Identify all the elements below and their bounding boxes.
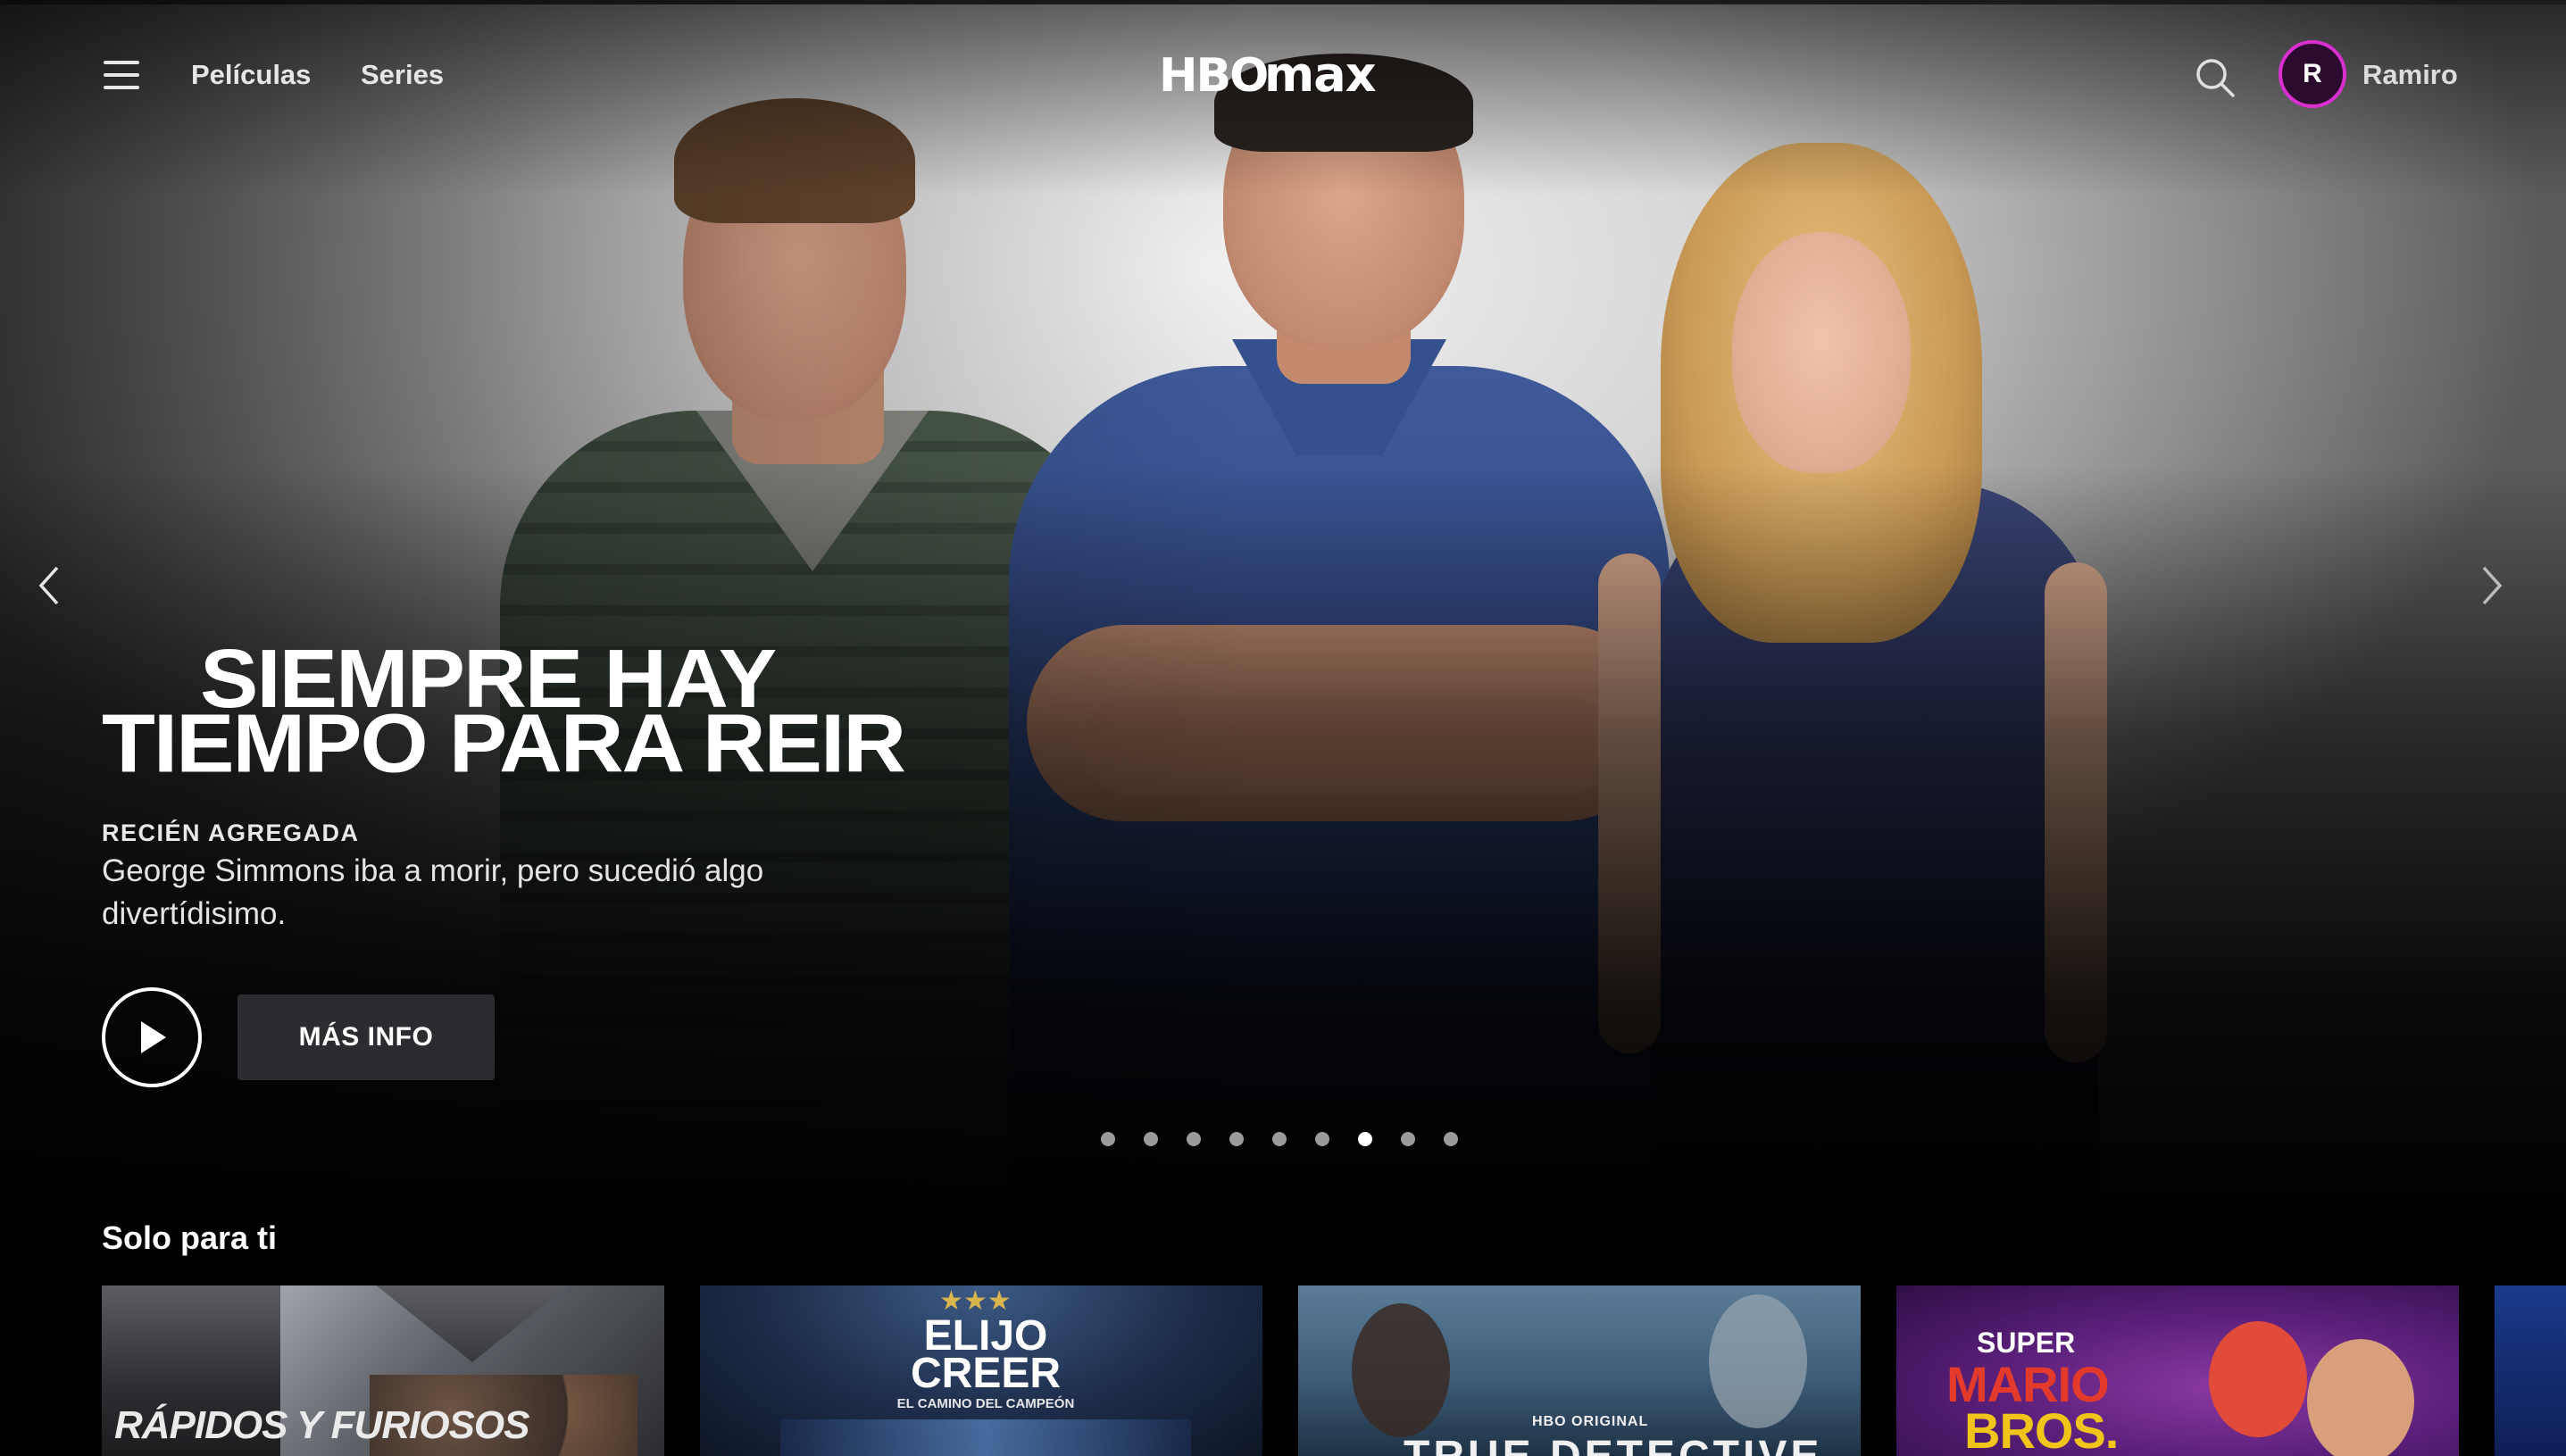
carousel-dot[interactable] [1444, 1132, 1458, 1146]
carousel-dots [1101, 1132, 1458, 1146]
carousel-dot[interactable] [1144, 1132, 1158, 1146]
hbomax-logo-mark: HBO max [1159, 46, 1378, 103]
hero-gradient-bottom [0, 464, 2566, 1232]
logo-max: max [1264, 48, 1377, 102]
card-character-mario [2307, 1339, 2414, 1456]
more-info-button[interactable]: MÁS INFO [237, 994, 495, 1080]
card-players-graphic [780, 1419, 1191, 1456]
carousel-dot[interactable] [1272, 1132, 1287, 1146]
card-rapidos-y-furiosos[interactable]: RÁPIDOS Y FURIOSOS [102, 1285, 664, 1456]
recently-added-badge: RECIÉN AGREGADA [102, 820, 360, 846]
hero-title-line2: TIEMPO PARA REIR [102, 695, 906, 790]
carousel-dot[interactable] [1315, 1132, 1329, 1146]
carousel-prev-arrow[interactable] [32, 562, 68, 609]
carousel-dot[interactable] [1101, 1132, 1115, 1146]
card-partial[interactable] [2495, 1285, 2566, 1456]
hero-banner[interactable]: SIEMPRE HAY TIEMPO PARA REIR RECIÉN AGRE… [0, 0, 2566, 1232]
carousel-dot-active[interactable] [1358, 1132, 1372, 1146]
hamburger-menu-icon[interactable] [104, 61, 139, 91]
hero-description: George Simmons iba a morir, pero sucedió… [102, 853, 764, 931]
card-title: TRUE DETECTIVE [1404, 1432, 1822, 1456]
card-brand: HBO ORIGINAL [1532, 1414, 1649, 1429]
carousel-dot[interactable] [1401, 1132, 1415, 1146]
logo-hbo: HBO [1159, 49, 1267, 102]
row-title-solo-para-ti: Solo para ti [102, 1219, 278, 1256]
card-title: RÁPIDOS Y FURIOSOS [114, 1403, 529, 1447]
card-super-mario-bros[interactable]: SUPER MARIO BROS. [1896, 1285, 2459, 1456]
play-button[interactable] [102, 987, 202, 1087]
card-true-detective[interactable]: HBO ORIGINAL TRUE DETECTIVE [1298, 1285, 1861, 1456]
carousel-next-arrow[interactable] [2473, 562, 2509, 609]
content-row: RÁPIDOS Y FURIOSOS ★★★ ELIJO CREER EL CA… [102, 1285, 2566, 1456]
card-face-right [1709, 1294, 1807, 1428]
card-subtitle: EL CAMINO DEL CAMPEÓN [896, 1396, 1075, 1411]
search-icon[interactable] [2195, 57, 2236, 98]
hero-title: SIEMPRE HAY TIEMPO PARA REIR [102, 636, 977, 790]
hbomax-logo[interactable]: HBO max [1159, 46, 1400, 113]
card-title-bottom: BROS. [1964, 1402, 2119, 1456]
user-avatar[interactable]: R [2279, 40, 2346, 108]
card-face-left [1352, 1303, 1450, 1437]
card-title: ELIJO CREER [910, 1312, 1062, 1397]
nav-link-movies[interactable]: Películas [191, 59, 311, 91]
play-icon [141, 1021, 166, 1053]
nav-link-series[interactable]: Series [361, 59, 444, 91]
carousel-dot[interactable] [1229, 1132, 1244, 1146]
user-name[interactable]: Ramiro [2362, 59, 2458, 91]
card-elijo-creer[interactable]: ★★★ ELIJO CREER EL CAMINO DEL CAMPEÓN [700, 1285, 1262, 1456]
top-navigation: Películas Series HBO max R Ramiro [0, 0, 2566, 152]
card-character-bowser [2209, 1321, 2307, 1437]
carousel-dot[interactable] [1187, 1132, 1201, 1146]
